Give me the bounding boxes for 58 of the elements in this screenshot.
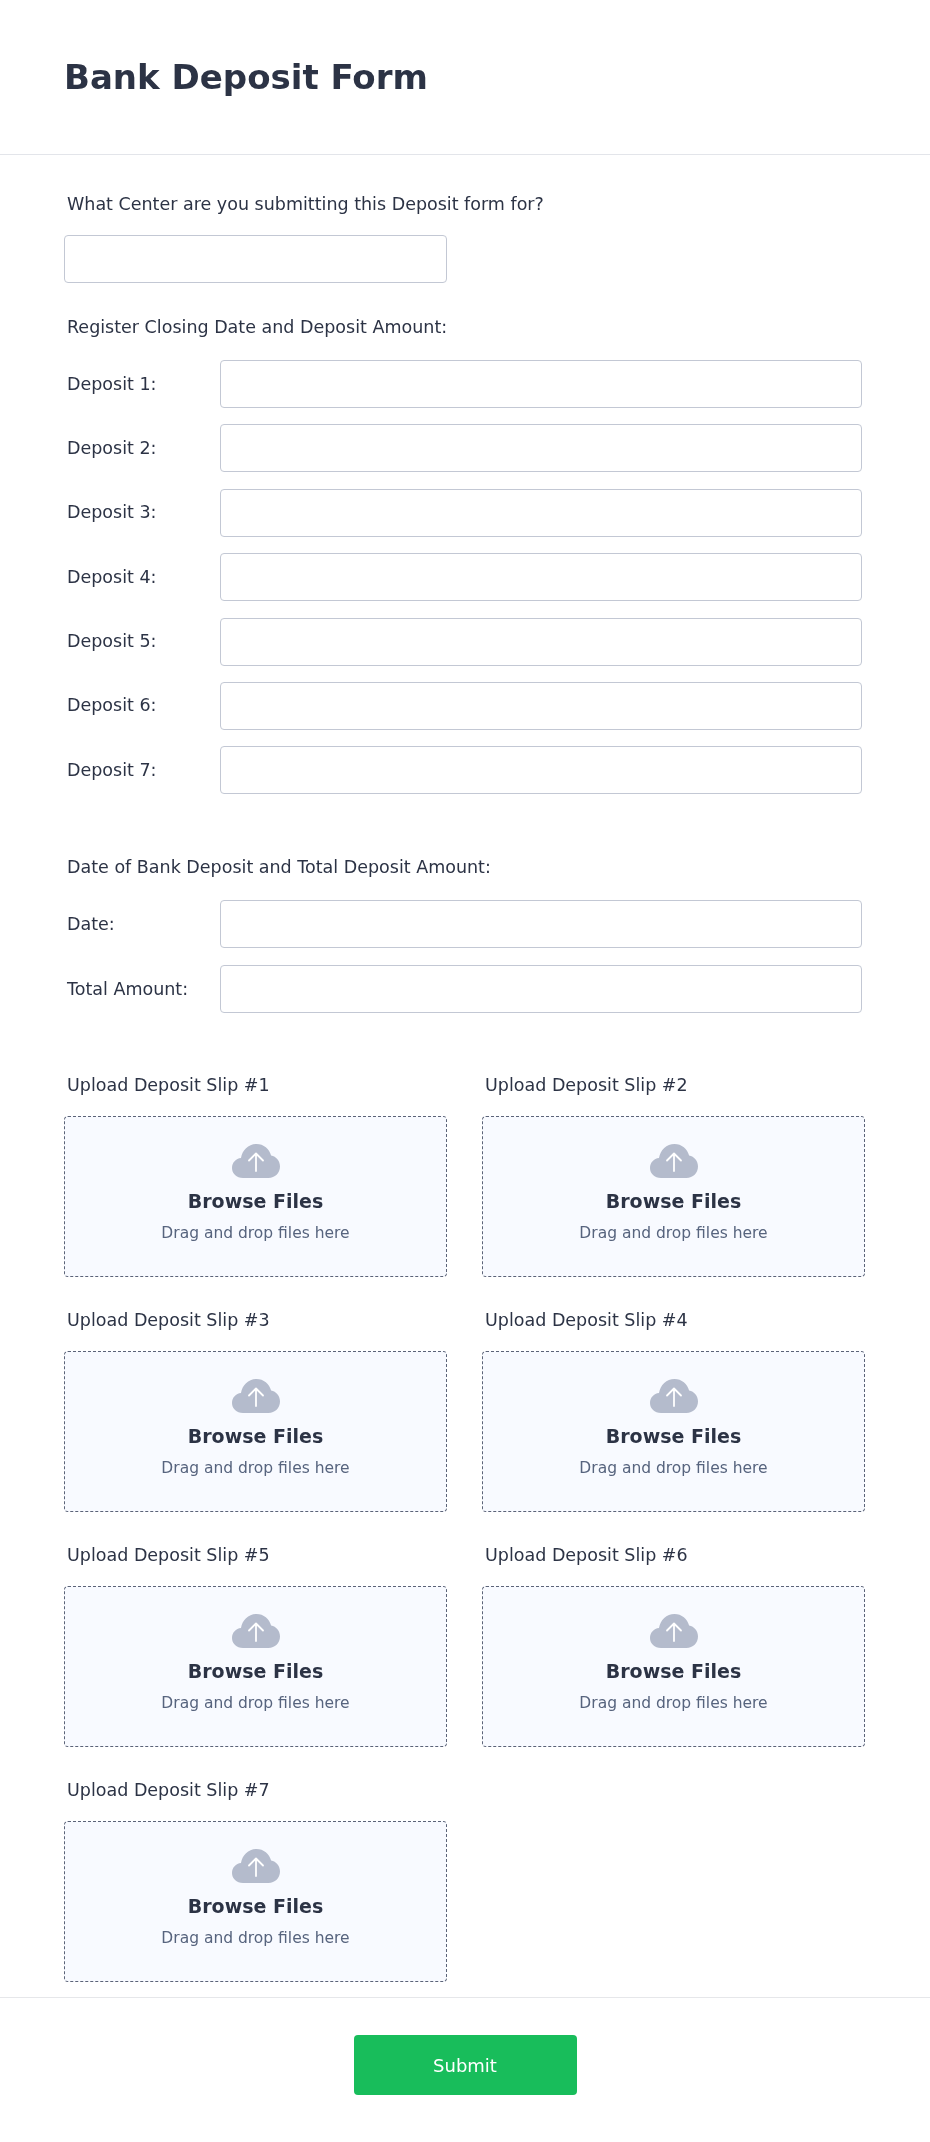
field-label: Deposit 7: xyxy=(66,758,157,782)
browse-files-button[interactable]: Browse Files xyxy=(605,1658,742,1685)
file-drop-zone[interactable]: Browse Files Drag and drop files here xyxy=(482,1116,865,1278)
field-label: Upload Deposit Slip #1 xyxy=(66,1074,270,1098)
browse-files-button[interactable]: Browse Files xyxy=(187,1188,324,1215)
section-heading: Date of Bank Deposit and Total Deposit Amount: xyxy=(66,856,491,880)
browse-files-button[interactable]: Browse Files xyxy=(605,1423,742,1450)
cloud-upload-icon xyxy=(231,1144,280,1179)
field-label: Deposit 2: xyxy=(66,436,157,460)
drop-hint: Drag and drop files here xyxy=(161,1928,350,1950)
drop-hint: Drag and drop files here xyxy=(161,1693,350,1715)
cloud-upload-icon xyxy=(231,1379,280,1414)
drop-hint: Drag and drop files here xyxy=(161,1223,350,1245)
text-input[interactable] xyxy=(220,424,862,473)
cloud-upload-icon xyxy=(231,1849,280,1884)
field-label: Upload Deposit Slip #7 xyxy=(66,1779,270,1803)
file-drop-zone[interactable]: Browse Files Drag and drop files here xyxy=(64,1116,447,1278)
cloud-upload-icon xyxy=(231,1614,280,1649)
field-label: Deposit 6: xyxy=(66,694,157,718)
text-input[interactable] xyxy=(220,746,862,795)
text-input[interactable] xyxy=(220,360,862,408)
field-label: Deposit 4: xyxy=(66,565,157,589)
form-title: Bank Deposit Form xyxy=(64,56,428,98)
drop-hint: Drag and drop files here xyxy=(161,1458,350,1480)
field-label: Deposit 1: xyxy=(66,372,157,396)
cloud-upload-icon xyxy=(649,1144,698,1179)
section-heading: Register Closing Date and Deposit Amount: xyxy=(66,316,448,339)
field-label: What Center are you submitting this Deposit form for? xyxy=(66,193,544,216)
drop-hint: Drag and drop files here xyxy=(579,1458,768,1480)
field-label: Upload Deposit Slip #2 xyxy=(484,1074,688,1098)
file-drop-zone[interactable]: Browse Files Drag and drop files here xyxy=(482,1586,865,1748)
browse-files-button[interactable]: Browse Files xyxy=(605,1188,742,1215)
drop-hint: Drag and drop files here xyxy=(579,1693,768,1715)
text-input[interactable] xyxy=(220,965,862,1014)
field-label: Upload Deposit Slip #5 xyxy=(66,1544,270,1568)
file-drop-zone[interactable]: Browse Files Drag and drop files here xyxy=(64,1351,447,1513)
browse-files-button[interactable]: Browse Files xyxy=(187,1423,324,1450)
field-label: Upload Deposit Slip #4 xyxy=(484,1309,688,1333)
cloud-upload-icon xyxy=(649,1379,698,1414)
field-label: Deposit 3: xyxy=(66,501,157,525)
text-input[interactable] xyxy=(220,553,862,602)
text-input[interactable] xyxy=(220,900,862,949)
text-input[interactable] xyxy=(220,488,862,537)
field-label: Upload Deposit Slip #6 xyxy=(484,1544,688,1568)
field-label: Total Amount: xyxy=(66,977,189,1001)
browse-files-button[interactable]: Browse Files xyxy=(187,1658,324,1685)
file-drop-zone[interactable]: Browse Files Drag and drop files here xyxy=(64,1586,447,1748)
browse-files-button[interactable]: Browse Files xyxy=(187,1893,324,1920)
text-input[interactable] xyxy=(220,681,862,730)
field-label: Upload Deposit Slip #3 xyxy=(66,1309,270,1333)
drop-hint: Drag and drop files here xyxy=(579,1223,768,1245)
cloud-upload-icon xyxy=(649,1614,698,1649)
field-label: Date: xyxy=(66,912,115,936)
text-input[interactable] xyxy=(64,235,447,283)
field-label: Deposit 5: xyxy=(66,630,157,654)
file-drop-zone[interactable]: Browse Files Drag and drop files here xyxy=(482,1351,865,1513)
text-input[interactable] xyxy=(220,617,862,666)
file-drop-zone[interactable]: Browse Files Drag and drop files here xyxy=(64,1821,447,1983)
